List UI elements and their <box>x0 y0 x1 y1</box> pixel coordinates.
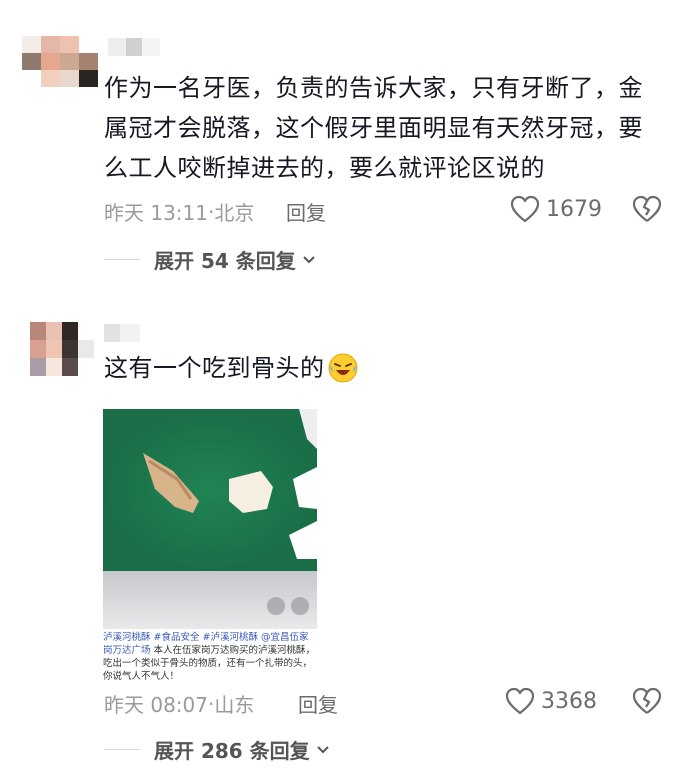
comment-line: 作为一名牙医，负责的告诉大家，只有牙断了，金 <box>104 74 643 102</box>
chevron-down-icon <box>316 745 329 753</box>
username[interactable] <box>108 38 160 56</box>
photo-green-mat <box>103 409 317 571</box>
location: 山东 <box>214 693 255 717</box>
heart-outline-icon <box>510 195 540 223</box>
broken-heart-icon <box>632 195 662 222</box>
like-button[interactable]: 3368 <box>505 687 597 715</box>
expand-replies-button[interactable]: 展开 54 条回复 <box>104 245 316 274</box>
photo-content <box>103 409 317 571</box>
heart-outline-icon <box>505 687 535 715</box>
comment-line: 么工人咬断掉进去的，要么就评论区说的 <box>104 154 545 182</box>
comment-meta: 昨天 13:11 · 北京 <box>104 197 254 226</box>
image-caption: 泸溪河桃酥 #食品安全 #泸溪河桃酥 @宜昌伍家岗万达广场 本人在伍家岗万达购买… <box>103 631 317 681</box>
broken-heart-icon <box>632 687 662 714</box>
divider <box>104 259 140 260</box>
reply-button[interactable]: 回复 <box>298 689 338 718</box>
laughing-crying-emoji <box>328 353 357 383</box>
comment-text: 作为一名牙医，负责的告诉大家，只有牙断了，金 属冠才会脱落，这个假牙里面明显有天… <box>104 68 664 188</box>
expand-label: 展开 286 条回复 <box>154 739 310 763</box>
comment-image[interactable]: 泸溪河桃酥 #食品安全 #泸溪河桃酥 @宜昌伍家岗万达广场 本人在伍家岗万达购买… <box>103 409 317 681</box>
comment-text: 这有一个吃到骨头的 <box>104 348 359 388</box>
divider <box>104 749 140 750</box>
comment-line: 属冠才会脱落，这个假牙里面明显有天然牙冠，要 <box>104 114 643 142</box>
avatar[interactable] <box>22 36 98 87</box>
comment-line: 这有一个吃到骨头的 <box>104 354 325 382</box>
dislike-button[interactable] <box>632 687 662 715</box>
comment-meta: 昨天 08:07 · 山东 <box>104 689 254 718</box>
dislike-button[interactable] <box>632 195 662 223</box>
username[interactable] <box>104 324 140 342</box>
like-count: 3368 <box>541 688 597 714</box>
like-count: 1679 <box>546 196 602 222</box>
like-button[interactable]: 1679 <box>510 195 602 223</box>
video-controls <box>267 597 309 615</box>
reply-button[interactable]: 回复 <box>286 197 326 226</box>
avatar[interactable] <box>30 322 94 376</box>
timestamp: 昨天 08:07 <box>104 693 208 717</box>
location: 北京 <box>214 201 255 225</box>
chevron-down-icon <box>303 255 315 263</box>
expand-replies-button[interactable]: 展开 286 条回复 <box>104 735 330 764</box>
timestamp: 昨天 13:11 <box>104 201 208 225</box>
expand-label: 展开 54 条回复 <box>154 249 296 273</box>
